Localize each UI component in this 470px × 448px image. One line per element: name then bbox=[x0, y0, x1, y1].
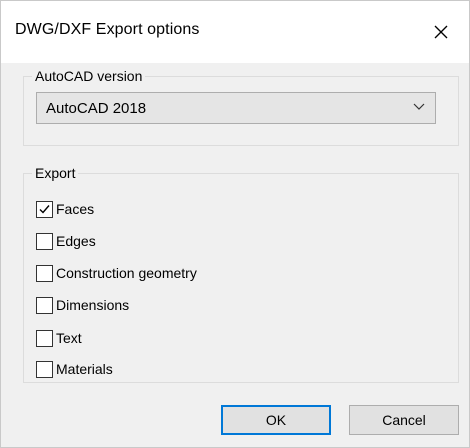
autocad-version-select[interactable]: AutoCAD 2018 bbox=[36, 92, 436, 124]
export-group: Export Faces Edges Construction geometry… bbox=[23, 164, 459, 383]
chevron-down-icon bbox=[413, 103, 425, 110]
autocad-version-value: AutoCAD 2018 bbox=[46, 100, 147, 117]
checkbox-dimensions[interactable]: Dimensions bbox=[36, 294, 129, 316]
checkbox-label: Dimensions bbox=[56, 297, 130, 313]
checkbox-label: Faces bbox=[56, 201, 95, 217]
autocad-version-group: AutoCAD version AutoCAD 2018 bbox=[23, 67, 459, 146]
checkbox-faces[interactable]: Faces bbox=[36, 198, 94, 220]
checkbox-text[interactable]: Text bbox=[36, 327, 82, 349]
checkbox-box[interactable] bbox=[36, 232, 53, 250]
checkbox-box[interactable] bbox=[36, 329, 53, 347]
checkbox-edges[interactable]: Edges bbox=[36, 230, 96, 252]
close-icon bbox=[434, 25, 448, 39]
close-button[interactable] bbox=[421, 13, 461, 51]
autocad-version-label: AutoCAD version bbox=[32, 67, 146, 85]
checkbox-materials[interactable]: Materials bbox=[36, 358, 113, 380]
checkbox-box[interactable] bbox=[36, 264, 53, 282]
dialog-title: DWG/DXF Export options bbox=[15, 21, 200, 38]
cancel-button[interactable]: Cancel bbox=[349, 405, 459, 435]
checkmark-icon bbox=[39, 204, 50, 214]
checkbox-box[interactable] bbox=[36, 360, 53, 378]
checkbox-label: Materials bbox=[56, 361, 113, 377]
title-bar: DWG/DXF Export options bbox=[1, 1, 469, 63]
checkbox-label: Edges bbox=[56, 233, 96, 249]
export-group-label: Export bbox=[32, 164, 79, 182]
checkbox-construction-geometry[interactable]: Construction geometry bbox=[36, 262, 197, 284]
checkbox-box[interactable] bbox=[36, 200, 53, 218]
checkbox-box[interactable] bbox=[36, 296, 53, 314]
checkbox-label: Text bbox=[56, 330, 82, 346]
export-dialog: DWG/DXF Export options AutoCAD version A… bbox=[0, 0, 470, 448]
checkbox-label: Construction geometry bbox=[56, 265, 197, 281]
ok-button[interactable]: OK bbox=[221, 405, 331, 435]
